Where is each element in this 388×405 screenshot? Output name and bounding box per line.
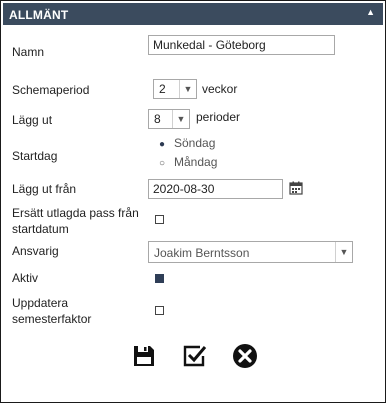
save-icon[interactable] bbox=[131, 343, 157, 369]
name-input[interactable] bbox=[148, 35, 335, 55]
schedule-period-unit: veckor bbox=[202, 82, 238, 96]
startday-option-label: Måndag bbox=[174, 155, 218, 169]
startday-option-label: Söndag bbox=[174, 136, 216, 150]
name-label: Namn bbox=[12, 45, 45, 59]
chevron-down-icon[interactable]: ▼ bbox=[179, 80, 196, 98]
radio-selected-icon[interactable]: ● bbox=[157, 139, 167, 150]
triangle-up-icon[interactable]: ▲ bbox=[366, 7, 375, 17]
update-vacation-factor-label: Uppdatera bbox=[12, 296, 69, 310]
lay-out-from-date-input[interactable] bbox=[148, 179, 283, 199]
schedule-period-select[interactable]: 2 ▼ bbox=[153, 79, 197, 99]
calendar-icon[interactable] bbox=[289, 181, 303, 195]
lay-out-value: 8 bbox=[154, 112, 161, 126]
schedule-period-value: 2 bbox=[159, 82, 166, 96]
responsible-value: Joakim Berntsson bbox=[154, 246, 250, 260]
general-panel: ALLMÄNT ▲ Namn Schemaperiod 2 ▼ veckor L… bbox=[0, 0, 386, 403]
checkbox-edit-icon[interactable] bbox=[182, 343, 208, 369]
schedule-period-label: Schemaperiod bbox=[12, 83, 90, 97]
replace-shifts-checkbox[interactable] bbox=[155, 215, 164, 224]
update-vacation-factor-label-line2: semesterfaktor bbox=[12, 312, 92, 326]
update-vacation-factor-checkbox[interactable] bbox=[155, 306, 164, 315]
active-checkbox[interactable] bbox=[155, 274, 164, 283]
lay-out-select[interactable]: 8 ▼ bbox=[148, 109, 190, 129]
startday-option-monday[interactable]: ○ Måndag bbox=[157, 155, 217, 169]
active-label: Aktiv bbox=[12, 271, 39, 285]
chevron-down-icon[interactable]: ▼ bbox=[172, 110, 189, 128]
panel-header[interactable]: ALLMÄNT ▲ bbox=[3, 3, 383, 25]
replace-shifts-label-line2: startdatum bbox=[12, 222, 69, 236]
lay-out-unit: perioder bbox=[196, 110, 241, 124]
lay-out-from-label: Lägg ut från bbox=[12, 182, 77, 196]
startday-option-sunday[interactable]: ● Söndag bbox=[157, 136, 215, 150]
radio-unselected-icon[interactable]: ○ bbox=[157, 158, 167, 169]
responsible-label: Ansvarig bbox=[12, 244, 59, 258]
lay-out-label: Lägg ut bbox=[12, 113, 53, 127]
panel-title: ALLMÄNT bbox=[9, 8, 69, 22]
close-circle-icon[interactable] bbox=[232, 343, 258, 369]
chevron-down-icon[interactable]: ▼ bbox=[335, 242, 352, 262]
responsible-select[interactable]: Joakim Berntsson ▼ bbox=[148, 241, 353, 263]
startday-label: Startdag bbox=[12, 149, 58, 163]
replace-shifts-label: Ersätt utlagda pass från bbox=[12, 206, 139, 220]
